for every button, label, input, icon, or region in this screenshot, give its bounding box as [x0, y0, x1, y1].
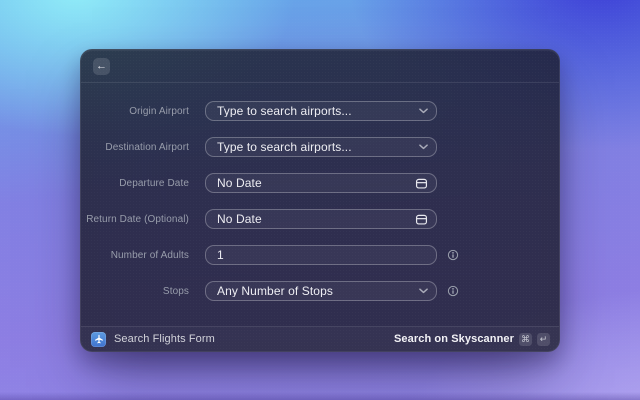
chevron-down-icon: [419, 288, 428, 294]
field-input[interactable]: Type to search airports...: [205, 137, 437, 157]
field-label: Return Date (Optional): [86, 213, 189, 225]
calendar-icon: [415, 177, 428, 190]
field-value: Type to search airports...: [217, 141, 352, 153]
field-value: Type to search airports...: [217, 105, 352, 117]
form-row: Destination Airport Type to search airpo…: [81, 137, 559, 157]
search-on-skyscanner-button[interactable]: Search on Skyscanner ⌘ ↵: [393, 332, 550, 346]
extension-icon: [91, 331, 106, 347]
field-label: Origin Airport: [129, 105, 189, 117]
field-input[interactable]: Type to search airports...: [205, 101, 437, 121]
calendar-icon: [415, 213, 428, 226]
form-row: Stops Any Number of Stops: [81, 281, 559, 301]
info-icon[interactable]: [447, 285, 459, 297]
form-row: Return Date (Optional) No Date: [81, 209, 559, 229]
back-button[interactable]: ←: [93, 57, 110, 75]
enter-key-icon: ↵: [537, 332, 550, 346]
field-input[interactable]: Any Number of Stops: [205, 281, 437, 301]
field-input[interactable]: 1: [205, 245, 437, 265]
field-value: Any Number of Stops: [217, 285, 333, 297]
window-footer: Search Flights Form Search on Skyscanner…: [81, 326, 559, 351]
form-row: Departure Date No Date: [81, 173, 559, 193]
airplane-icon: [94, 334, 104, 344]
back-arrow-icon: ←: [96, 59, 107, 72]
form-row: Number of Adults 1: [81, 245, 559, 265]
cmd-key-icon: ⌘: [519, 332, 532, 346]
field-value: No Date: [217, 213, 262, 225]
flight-search-form: Origin Airport Type to search airports..…: [81, 84, 559, 301]
search-flights-window: ← Origin Airport Type to search airports…: [80, 49, 560, 352]
action-label: Search on Skyscanner: [393, 333, 514, 345]
field-input[interactable]: No Date: [205, 173, 437, 193]
chevron-down-icon: [419, 144, 428, 150]
info-icon[interactable]: [447, 249, 459, 261]
chevron-down-icon: [419, 108, 428, 114]
field-label: Stops: [162, 285, 189, 297]
window-header: ←: [81, 50, 559, 83]
field-label: Destination Airport: [105, 141, 189, 153]
form-row: Origin Airport Type to search airports..…: [81, 101, 559, 121]
field-value: 1: [217, 249, 224, 261]
field-input[interactable]: No Date: [205, 209, 437, 229]
footer-title: Search Flights Form: [114, 333, 215, 345]
field-label: Number of Adults: [110, 249, 189, 261]
field-label: Departure Date: [119, 177, 189, 189]
field-value: No Date: [217, 177, 262, 189]
desktop-wallpaper: ← Origin Airport Type to search airports…: [0, 0, 640, 400]
